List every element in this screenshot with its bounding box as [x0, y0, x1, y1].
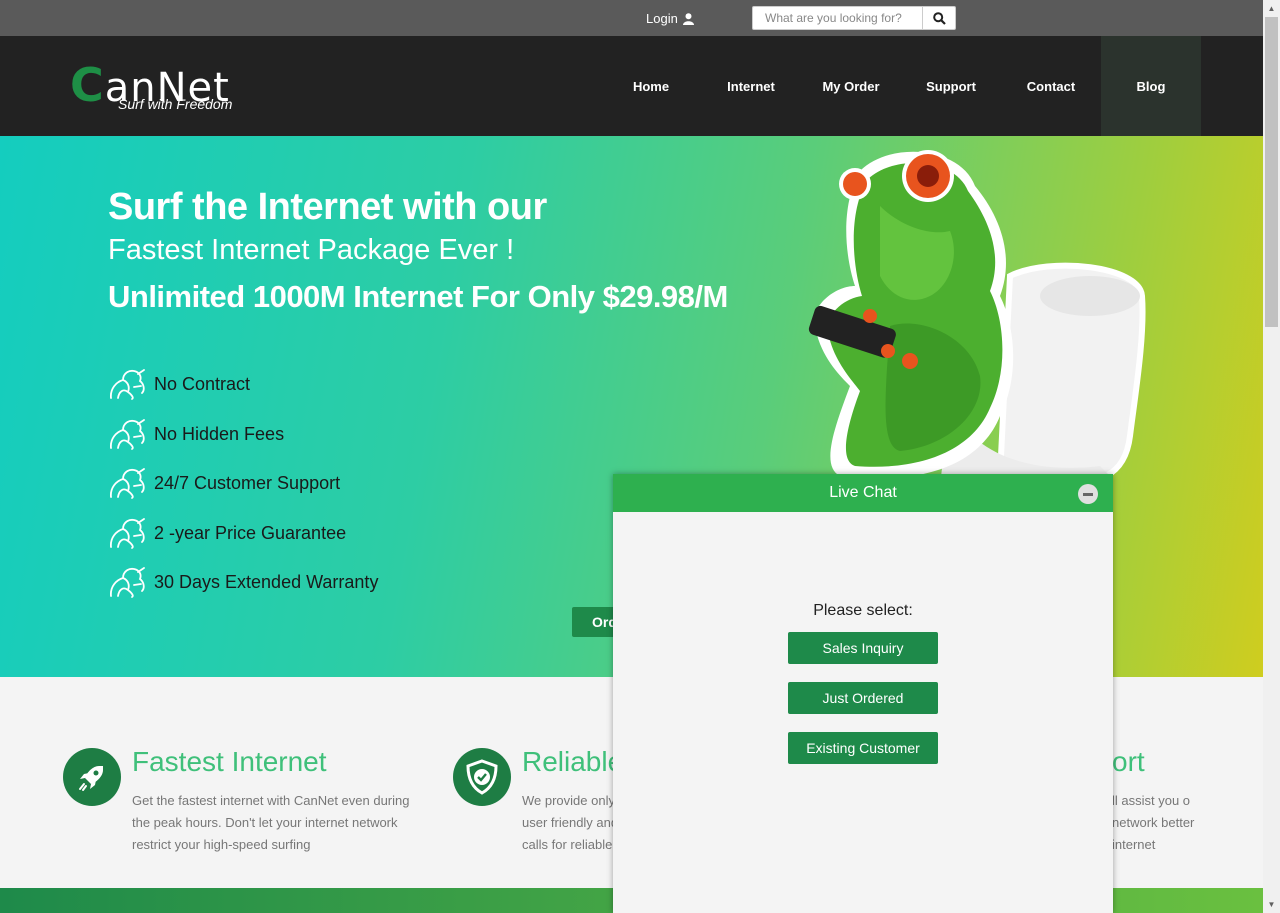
frog-outline-icon	[110, 468, 145, 499]
frog-outline-icon	[110, 419, 145, 450]
nav-contact[interactable]: Contact	[1001, 36, 1101, 136]
live-chat-title: Live Chat	[829, 484, 897, 501]
scroll-up-arrow-icon[interactable]: ▲	[1263, 0, 1280, 17]
nav-internet[interactable]: Internet	[701, 36, 801, 136]
minimize-icon[interactable]	[1078, 484, 1098, 504]
login-link[interactable]: Login	[646, 11, 694, 26]
hero-offer: Unlimited 1000M Internet For Only $29.98…	[108, 279, 728, 314]
live-chat-widget: Live Chat Please select: Sales Inquiry J…	[613, 474, 1113, 913]
hero-feature: 24/7 Customer Support	[108, 465, 340, 501]
shield-check-icon	[453, 748, 511, 806]
nav-my-order[interactable]: My Order	[801, 36, 901, 136]
existing-customer-button[interactable]: Existing Customer	[788, 732, 938, 764]
cannet-logo[interactable]: CanNet Surf with Freedom	[70, 58, 260, 118]
hero-feature-label: No Hidden Fees	[154, 423, 285, 444]
hero-feature: 30 Days Extended Warranty	[108, 564, 378, 600]
nav-blog[interactable]: Blog	[1101, 36, 1201, 136]
login-label: Login	[646, 11, 678, 26]
live-chat-header[interactable]: Live Chat	[613, 474, 1113, 512]
nav-home[interactable]: Home	[601, 36, 701, 136]
nav-support[interactable]: Support	[901, 36, 1001, 136]
top-utility-bar: Login	[0, 0, 1263, 36]
rocket-icon	[63, 748, 121, 806]
frog-outline-icon	[110, 567, 145, 598]
logo-tagline: Surf with Freedom	[118, 96, 233, 112]
hero-feature: No Hidden Fees	[108, 416, 284, 452]
page-scrollbar[interactable]: ▲ ▼	[1263, 0, 1280, 913]
feature-title: Fastest Internet	[132, 746, 327, 777]
chat-prompt: Please select:	[813, 602, 913, 619]
hero-feature-label: 2 -year Price Guarantee	[154, 522, 347, 543]
feature-description: ll assist you o network better internet	[1112, 793, 1195, 852]
scrollbar-thumb[interactable]	[1265, 17, 1278, 327]
main-navbar: CanNet Surf with Freedom Home Internet M…	[0, 36, 1263, 136]
feature-description: We provide only user friendly and calls …	[522, 793, 619, 852]
feature-description: Get the fastest internet with CanNet eve…	[132, 793, 410, 852]
feature-title: ort	[1112, 746, 1145, 777]
search-button[interactable]	[922, 7, 955, 29]
frog-outline-icon	[110, 518, 145, 549]
user-icon	[682, 12, 694, 25]
hero-headline: Surf the Internet with our	[108, 186, 547, 228]
scroll-down-arrow-icon[interactable]: ▼	[1263, 896, 1280, 913]
just-ordered-button[interactable]: Just Ordered	[788, 682, 938, 714]
search-input[interactable]	[753, 7, 923, 29]
hero-subheadline: Fastest Internet Package Ever !	[108, 234, 515, 266]
frog-outline-icon	[110, 369, 145, 400]
hero-feature-label: 24/7 Customer Support	[154, 472, 341, 493]
hero-feature: 2 -year Price Guarantee	[108, 515, 346, 551]
hero-feature-label: 30 Days Extended Warranty	[154, 571, 379, 592]
hero-feature-label: No Contract	[154, 373, 251, 394]
sales-inquiry-button[interactable]: Sales Inquiry	[788, 632, 938, 664]
feature-title: Reliable	[522, 746, 624, 777]
frog-gamer-illustration	[808, 150, 1146, 486]
search-icon	[932, 11, 946, 25]
hero-feature: No Contract	[108, 366, 250, 402]
search-box	[752, 6, 956, 30]
